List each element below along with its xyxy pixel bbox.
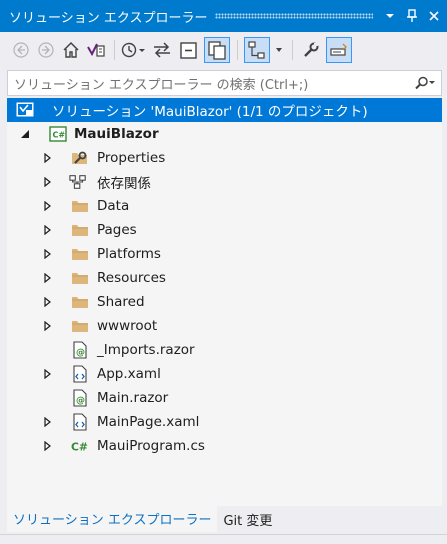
title-bar-grip[interactable] — [215, 13, 373, 19]
sync-with-active-document-icon[interactable] — [150, 37, 174, 63]
tree-item-label: Shared — [97, 294, 145, 310]
preview-selected-items-icon[interactable] — [326, 37, 352, 63]
expand-arrow-icon[interactable] — [43, 273, 53, 283]
solution-label: ソリューション 'MauiBlazor' (1/1 のプロジェクト) — [52, 104, 368, 120]
tree-row[interactable]: Shared — [7, 290, 442, 314]
tree-item-label: Data — [97, 198, 130, 214]
folder-icon — [71, 221, 89, 239]
expand-arrow-icon[interactable] — [43, 177, 53, 187]
search-box[interactable]: ソリューション エクスプローラー の検索 (Ctrl+;) — [7, 70, 442, 96]
tree-row[interactable]: Data — [7, 194, 442, 218]
collapse-all-icon[interactable] — [177, 37, 201, 63]
svg-text:@: @ — [76, 396, 85, 406]
back-icon[interactable] — [10, 37, 32, 63]
collapse-arrow-icon[interactable] — [20, 129, 30, 139]
expand-arrow-icon[interactable] — [43, 249, 53, 259]
dependencies-icon — [69, 173, 87, 191]
bottom-bar — [0, 534, 447, 544]
tree-item-label: Pages — [97, 222, 137, 238]
tree-row-solution[interactable]: ソリューション 'MauiBlazor' (1/1 のプロジェクト) — [7, 98, 442, 122]
expand-arrow-icon[interactable] — [43, 417, 53, 427]
toolbar-separator — [292, 40, 293, 60]
toolbar-separator — [237, 40, 238, 60]
tree-row[interactable]: Resources — [7, 266, 442, 290]
chevron-down-icon[interactable] — [273, 37, 285, 63]
tree-item-label: Main.razor — [97, 390, 169, 406]
folder-icon — [71, 245, 89, 263]
expand-arrow-icon[interactable] — [43, 441, 53, 451]
tree-row[interactable]: 依存関係 — [7, 170, 442, 194]
window-title: ソリューション エクスプローラー — [9, 10, 208, 26]
tree-item-label: MauiProgram.cs — [97, 438, 205, 454]
svg-text:C#: C# — [53, 131, 66, 140]
properties-icon[interactable] — [299, 37, 323, 63]
close-icon[interactable] — [425, 6, 443, 26]
tree-item-label: _Imports.razor — [97, 342, 195, 358]
svg-text:C#: C# — [71, 441, 88, 454]
tree-row[interactable]: @ _Imports.razor — [7, 338, 442, 362]
toolbar-separator — [114, 40, 115, 60]
folder-icon — [71, 293, 89, 311]
show-all-files-icon[interactable] — [204, 37, 230, 63]
tree-item-label: wwwroot — [97, 318, 158, 334]
expand-arrow-icon[interactable] — [43, 369, 53, 379]
tree-row[interactable]: MainPage.xaml — [7, 410, 442, 434]
tool-window-tabs: ソリューション エクスプローラー Git 変更 — [0, 506, 447, 532]
home-icon[interactable] — [60, 37, 82, 63]
tree-item-label: MainPage.xaml — [97, 414, 200, 430]
folder-icon — [71, 317, 89, 335]
pending-changes-filter-icon[interactable] — [121, 37, 147, 63]
tree-row[interactable]: Platforms — [7, 242, 442, 266]
tree-row[interactable]: App.xaml — [7, 362, 442, 386]
tree-item-label: Resources — [97, 270, 166, 286]
wrench-folder-icon — [71, 149, 89, 167]
expand-arrow-icon[interactable] — [43, 321, 53, 331]
expand-arrow-icon[interactable] — [43, 297, 53, 307]
folder-icon — [71, 269, 89, 287]
toolbar — [0, 32, 447, 68]
expand-arrow-icon[interactable] — [43, 153, 53, 163]
chevron-down-icon[interactable] — [381, 6, 399, 26]
csharp-file-icon: C# — [71, 437, 89, 455]
search-icon[interactable] — [409, 76, 441, 90]
tree-item-label: Platforms — [97, 246, 161, 262]
csharp-project-icon: C# — [49, 125, 67, 143]
tab-solution-explorer[interactable]: ソリューション エクスプローラー — [7, 506, 218, 532]
tree-row-project[interactable]: C# MauiBlazor — [7, 122, 442, 146]
razor-file-icon: @ — [71, 341, 89, 359]
tree-row[interactable]: @ Main.razor — [7, 386, 442, 410]
project-label: MauiBlazor — [74, 126, 159, 142]
view-class-diagram-icon[interactable] — [244, 37, 270, 63]
forward-icon[interactable] — [35, 37, 57, 63]
solution-tree: ソリューション 'MauiBlazor' (1/1 のプロジェクト) C# Ma… — [7, 98, 442, 506]
tree-item-label: Properties — [97, 150, 166, 166]
expand-arrow-icon[interactable] — [43, 225, 53, 235]
pin-icon[interactable] — [403, 6, 421, 26]
expand-arrow-icon[interactable] — [43, 201, 53, 211]
tree-row[interactable]: Pages — [7, 218, 442, 242]
solution-icon — [16, 101, 34, 119]
tree-item-label: 依存関係 — [97, 176, 151, 192]
svg-text:@: @ — [76, 348, 85, 358]
search-input[interactable]: ソリューション エクスプローラー の検索 (Ctrl+;) — [8, 74, 409, 93]
xaml-file-icon — [71, 365, 89, 383]
razor-file-icon: @ — [71, 389, 89, 407]
tab-git-changes[interactable]: Git 変更 — [217, 506, 278, 532]
title-bar: ソリューション エクスプローラー — [0, 0, 447, 32]
tree-row[interactable]: C# MauiProgram.cs — [7, 434, 442, 458]
tree-item-label: App.xaml — [97, 366, 161, 382]
tree-row[interactable]: wwwroot — [7, 314, 442, 338]
tree-row[interactable]: Properties — [7, 146, 442, 170]
folder-icon — [71, 197, 89, 215]
xaml-file-icon — [71, 413, 89, 431]
vs-switch-views-icon[interactable] — [85, 37, 107, 63]
